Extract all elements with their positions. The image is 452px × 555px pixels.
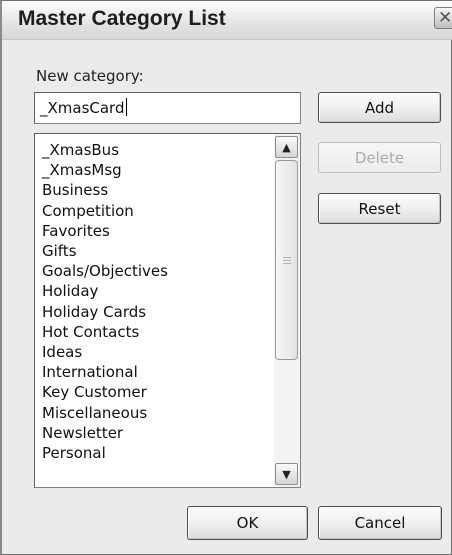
chevron-up-icon: ▲ bbox=[282, 140, 291, 154]
list-item[interactable]: Favorites bbox=[42, 221, 168, 241]
new-category-input[interactable]: _XmasCard bbox=[34, 92, 301, 124]
list-item[interactable]: Goals/Objectives bbox=[42, 261, 168, 281]
new-category-label: New category: bbox=[36, 67, 144, 85]
dialog-title: Master Category List bbox=[18, 7, 226, 30]
list-item[interactable]: Competition bbox=[42, 201, 168, 221]
reset-button[interactable]: Reset bbox=[318, 193, 441, 224]
list-item[interactable]: Key Customer bbox=[42, 382, 168, 402]
grip-line bbox=[283, 263, 291, 264]
scroll-thumb[interactable] bbox=[275, 160, 298, 360]
title-bar[interactable]: Master Category List ✕ bbox=[2, 1, 452, 40]
list-item[interactable]: Hot Contacts bbox=[42, 322, 168, 342]
category-scrollbar[interactable]: ▲ ▼ bbox=[274, 134, 300, 487]
chevron-down-icon: ▼ bbox=[282, 467, 291, 481]
list-item[interactable]: Personal bbox=[42, 443, 168, 463]
list-item[interactable]: Newsletter bbox=[42, 423, 168, 443]
list-item[interactable]: Business bbox=[42, 180, 168, 200]
ok-button[interactable]: OK bbox=[187, 506, 308, 540]
master-category-list-dialog: Master Category List ✕ New category: _Xm… bbox=[0, 0, 452, 555]
list-item[interactable]: Miscellaneous bbox=[42, 403, 168, 423]
cancel-button[interactable]: Cancel bbox=[318, 506, 442, 540]
list-item[interactable]: Holiday bbox=[42, 281, 168, 301]
delete-button[interactable]: Delete bbox=[318, 142, 441, 173]
close-button[interactable]: ✕ bbox=[434, 7, 452, 29]
list-item[interactable]: Gifts bbox=[42, 241, 168, 261]
category-list[interactable]: _XmasBus _XmasMsg Business Competition Favor… bbox=[34, 133, 301, 488]
scroll-up-button[interactable]: ▲ bbox=[275, 136, 298, 158]
scroll-down-button[interactable]: ▼ bbox=[275, 463, 298, 485]
list-item[interactable]: _XmasMsg bbox=[42, 160, 168, 180]
list-item[interactable]: International bbox=[42, 362, 168, 382]
grip-line bbox=[283, 257, 291, 258]
grip-line bbox=[283, 260, 291, 261]
category-list-items: _XmasBus _XmasMsg Business Competition Favor… bbox=[42, 140, 168, 463]
list-item[interactable]: Holiday Cards bbox=[42, 302, 168, 322]
new-category-value: _XmasCard bbox=[40, 99, 125, 117]
close-icon: ✕ bbox=[438, 8, 452, 28]
list-item[interactable]: Ideas bbox=[42, 342, 168, 362]
add-button[interactable]: Add bbox=[318, 92, 441, 123]
text-caret bbox=[125, 98, 127, 116]
list-item[interactable]: _XmasBus bbox=[42, 140, 168, 160]
